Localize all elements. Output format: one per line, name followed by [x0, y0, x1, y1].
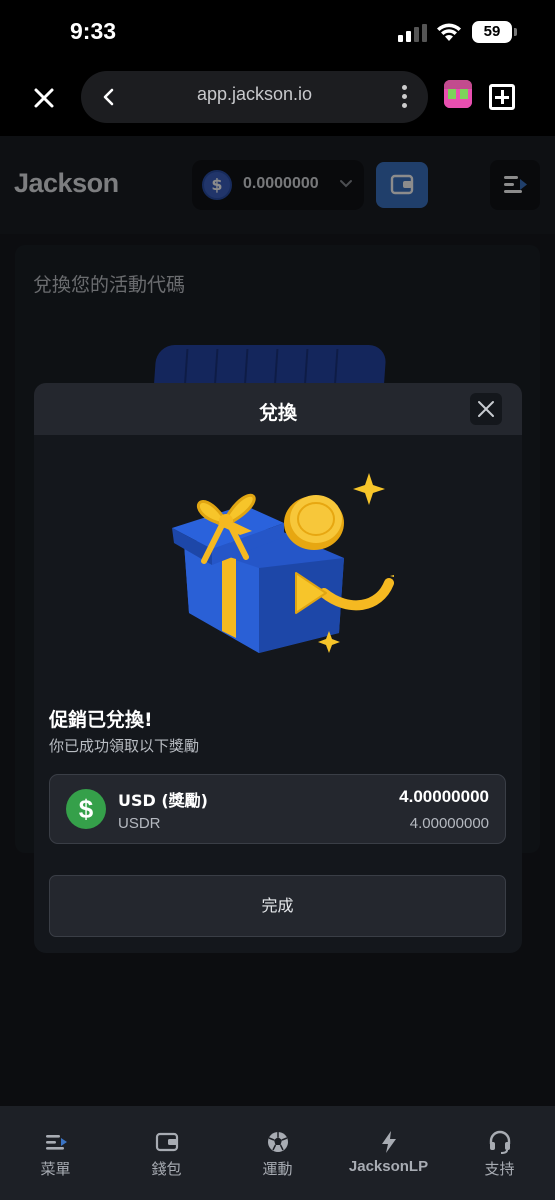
- wallet-icon: [155, 1132, 178, 1152]
- close-icon[interactable]: [28, 82, 60, 114]
- promo-title: 促銷已兌換!: [49, 709, 153, 731]
- reward-code: USDR: [118, 815, 161, 832]
- headset-icon: [489, 1130, 510, 1154]
- more-vertical-icon[interactable]: [402, 85, 408, 111]
- soccer-ball-icon: [267, 1132, 288, 1152]
- url-text[interactable]: app.jackson.io: [81, 84, 428, 105]
- nav-label: 菜單: [40, 1160, 71, 1178]
- bottom-nav: 菜單 錢包 運動 JacksonLP 支持: [0, 1106, 555, 1200]
- status-bar: 9:33 59: [0, 0, 555, 64]
- address-bar[interactable]: app.jackson.io: [81, 71, 428, 123]
- modal-title: 兌換: [258, 402, 297, 424]
- reward-name: USD (獎勵): [118, 791, 208, 810]
- promo-subtitle: 你已成功領取以下獎勵: [49, 737, 200, 755]
- lightning-icon: [381, 1131, 396, 1153]
- done-button[interactable]: 完成: [49, 875, 506, 937]
- reward-amount: 4.00000000: [399, 787, 489, 806]
- nav-item-menu[interactable]: 菜單: [0, 1106, 111, 1200]
- close-icon: [478, 401, 494, 417]
- gift-box-illustration: [172, 473, 394, 653]
- reward-row: $ USD (獎勵) USDR 4.00000000 4.00000000: [49, 774, 506, 844]
- cellular-signal-icon: [398, 24, 428, 42]
- browser-bar: app.jackson.io: [0, 64, 555, 136]
- status-time: 9:33: [70, 18, 117, 44]
- nav-item-jacksonlp[interactable]: JacksonLP: [333, 1106, 444, 1200]
- nav-label: 錢包: [151, 1160, 182, 1178]
- extension-icon[interactable]: [444, 80, 472, 108]
- nav-label: JacksonLP: [348, 1158, 429, 1175]
- modal-header: 兌換: [34, 383, 522, 435]
- nav-item-wallet[interactable]: 錢包: [111, 1106, 222, 1200]
- nav-label: 運動: [262, 1160, 293, 1178]
- wifi-icon: [437, 23, 461, 41]
- battery-indicator: 59: [472, 21, 517, 43]
- nav-item-support[interactable]: 支持: [444, 1106, 555, 1200]
- nav-item-sports[interactable]: 運動: [222, 1106, 333, 1200]
- modal-close-button[interactable]: [470, 393, 502, 425]
- dollar-icon: $: [66, 789, 106, 829]
- reward-amount-secondary: 4.00000000: [409, 815, 489, 832]
- new-tab-icon[interactable]: [489, 84, 515, 110]
- nav-label: 支持: [484, 1160, 515, 1178]
- menu-icon: [45, 1135, 67, 1150]
- redeem-modal: 兌換 促銷已兌換! 你已成功領取以下獎勵 $ USD (獎勵) USDR 4.0…: [34, 383, 522, 953]
